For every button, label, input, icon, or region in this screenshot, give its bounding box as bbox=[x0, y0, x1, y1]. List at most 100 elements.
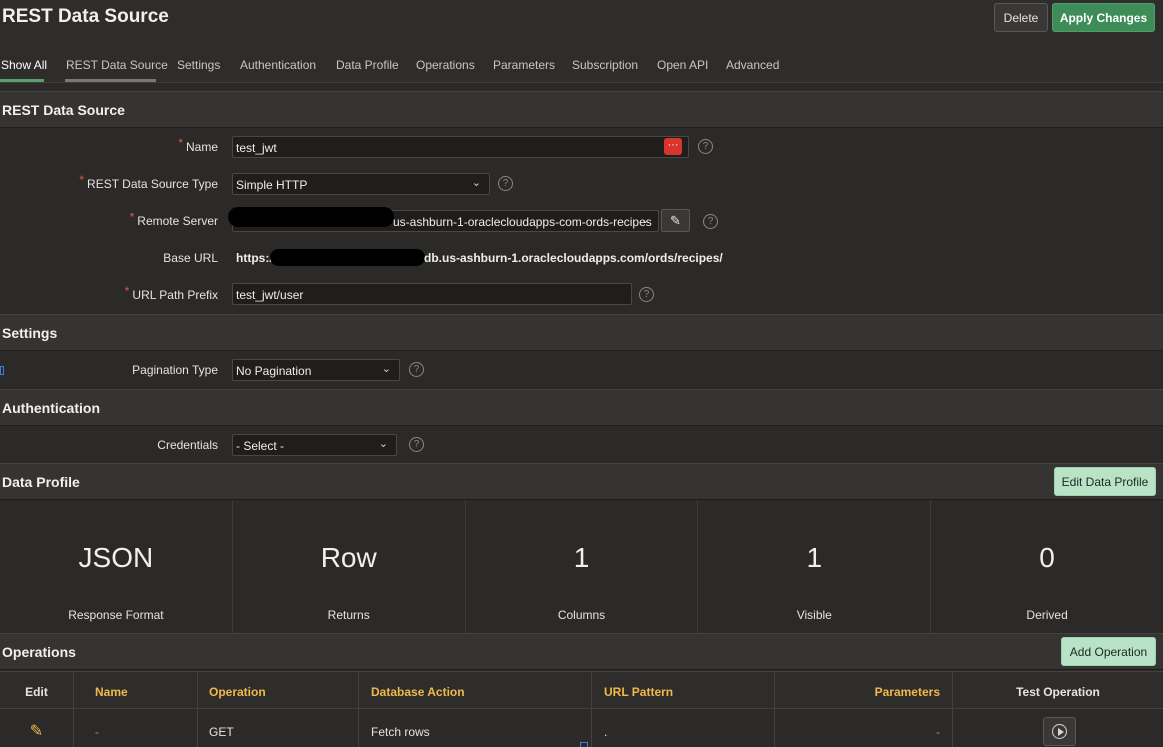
tile-label: Response Format bbox=[68, 608, 164, 622]
url-path-prefix-input[interactable]: test_jwt/user bbox=[232, 283, 632, 305]
tab-open-api[interactable]: Open API bbox=[657, 58, 708, 72]
cell-parameters: - bbox=[775, 709, 953, 747]
tile-value: Row bbox=[320, 542, 377, 573]
tile-label: Visible bbox=[796, 608, 832, 622]
auth-form: Credentials - Select - ⌄ ? bbox=[0, 426, 1163, 463]
tab-rest-data-source[interactable]: REST Data Source bbox=[66, 58, 168, 72]
column-header-edit[interactable]: Edit bbox=[0, 672, 74, 710]
cell-operation: GET bbox=[198, 709, 359, 747]
column-header-url-pattern[interactable]: URL Pattern bbox=[592, 672, 775, 710]
redaction-mark bbox=[228, 207, 394, 227]
tab-operations[interactable]: Operations bbox=[416, 58, 475, 72]
rest-form: * Name test_jwt ··· ? * REST Data Source T… bbox=[0, 128, 1163, 315]
remote-server-value: us-ashburn-1-oraclecloudapps-com-ords-re… bbox=[393, 215, 652, 229]
edit-data-profile-button[interactable]: Edit Data Profile bbox=[1054, 467, 1156, 496]
resize-handle[interactable] bbox=[0, 366, 4, 375]
help-icon[interactable]: ? bbox=[698, 139, 713, 154]
data-profile-tiles: JSON Response Format Row Returns 1 Colum… bbox=[0, 500, 1163, 633]
column-header-parameters[interactable]: Parameters bbox=[775, 672, 953, 710]
operations-table-header: Edit Name Operation Database Action URL … bbox=[0, 671, 1163, 710]
column-header-database-action[interactable]: Database Action bbox=[359, 672, 592, 710]
chevron-down-icon: ⌄ bbox=[378, 438, 388, 450]
help-icon[interactable]: ? bbox=[409, 362, 424, 377]
active-tab-indicator bbox=[0, 79, 44, 82]
required-icon: * bbox=[124, 284, 130, 298]
tab-parameters[interactable]: Parameters bbox=[493, 58, 555, 72]
settings-form: Pagination Type No Pagination ⌄ ? bbox=[0, 351, 1163, 389]
section-title: REST Data Source bbox=[2, 102, 125, 118]
tile-label: Columns bbox=[557, 608, 606, 622]
cell-name: - bbox=[74, 709, 198, 747]
tab-show-all[interactable]: Show All bbox=[1, 58, 47, 72]
chevron-down-icon: ⌄ bbox=[471, 177, 481, 189]
tile-value: JSON bbox=[78, 542, 154, 573]
tile-label: Derived bbox=[1026, 608, 1068, 622]
help-icon[interactable]: ? bbox=[409, 437, 424, 452]
tab-underline bbox=[65, 79, 156, 82]
table-row: ✎ - GET Fetch rows . - bbox=[0, 709, 1163, 747]
column-header-operation[interactable]: Operation bbox=[198, 672, 359, 710]
pagination-select[interactable]: No Pagination ⌄ bbox=[232, 359, 400, 381]
delete-button[interactable]: Delete bbox=[994, 3, 1048, 32]
tab-authentication[interactable]: Authentication bbox=[240, 58, 316, 72]
tile-value: 1 bbox=[806, 542, 823, 573]
section-title: Data Profile bbox=[2, 474, 80, 490]
tile-value: 0 bbox=[1039, 542, 1055, 573]
base-url-prefix: https:/ bbox=[236, 251, 273, 265]
cell-url-pattern: . bbox=[592, 709, 775, 747]
type-label: * REST Data Source Type bbox=[79, 173, 218, 191]
section-header-rest: REST Data Source bbox=[0, 91, 1163, 128]
credentials-value: - Select - bbox=[236, 439, 285, 453]
tab-bar: Show All REST Data Source Settings Authe… bbox=[0, 47, 1163, 83]
redaction-mark bbox=[270, 249, 425, 266]
help-icon[interactable]: ? bbox=[703, 214, 718, 229]
cell-database-action: Fetch rows bbox=[359, 709, 592, 747]
tile-label: Returns bbox=[327, 608, 370, 622]
column-header-test-operation[interactable]: Test Operation bbox=[953, 672, 1163, 710]
tile-visible: 1 Visible bbox=[698, 500, 932, 633]
tab-advanced[interactable]: Advanced bbox=[726, 58, 779, 72]
chevron-down-icon: ⌄ bbox=[381, 363, 391, 375]
add-operation-button[interactable]: Add Operation bbox=[1061, 637, 1156, 666]
chevron-down-icon: ⌄ bbox=[640, 214, 650, 226]
tile-response-format: JSON Response Format bbox=[0, 500, 233, 633]
rest-type-value: Simple HTTP bbox=[236, 178, 308, 192]
help-icon[interactable]: ? bbox=[498, 176, 513, 191]
tab-settings[interactable]: Settings bbox=[177, 58, 220, 72]
resize-handle[interactable] bbox=[580, 742, 588, 747]
apply-changes-button[interactable]: Apply Changes bbox=[1052, 3, 1155, 32]
credentials-label: Credentials bbox=[157, 438, 218, 452]
section-header-settings: Settings bbox=[0, 314, 1163, 351]
tab-data-profile[interactable]: Data Profile bbox=[336, 58, 399, 72]
credentials-select[interactable]: - Select - ⌄ bbox=[232, 434, 397, 456]
edit-pencil-icon[interactable]: ✎ bbox=[0, 709, 74, 747]
section-header-data-profile: Data Profile Edit Data Profile bbox=[0, 463, 1163, 500]
required-icon: * bbox=[79, 173, 85, 187]
required-icon: * bbox=[178, 136, 183, 150]
pagination-label: Pagination Type bbox=[132, 363, 218, 377]
tile-value: 1 bbox=[573, 542, 590, 573]
tile-returns: Row Returns bbox=[233, 500, 466, 633]
name-label: * Name bbox=[178, 136, 218, 154]
section-title: Authentication bbox=[2, 400, 100, 416]
rest-type-select[interactable]: Simple HTTP ⌄ bbox=[232, 173, 490, 195]
name-input[interactable]: test_jwt bbox=[232, 136, 689, 158]
base-url-value: https:/ bbox=[236, 251, 273, 265]
tile-columns: 1 Columns bbox=[466, 500, 699, 633]
column-header-name[interactable]: Name bbox=[74, 672, 198, 710]
edit-pencil-icon[interactable]: ✎ bbox=[661, 209, 690, 232]
section-header-operations: Operations Add Operation bbox=[0, 633, 1163, 670]
page-title: REST Data Source bbox=[2, 6, 169, 27]
page-header: REST Data Source Delete Apply Changes bbox=[0, 0, 1163, 47]
tab-subscription[interactable]: Subscription bbox=[572, 58, 638, 72]
path-prefix-label: * URL Path Prefix bbox=[124, 284, 218, 302]
play-triangle bbox=[1058, 728, 1064, 736]
base-url-suffix: db.us-ashburn-1.oraclecloudapps.com/ords… bbox=[424, 251, 723, 265]
section-title: Settings bbox=[2, 325, 58, 341]
server-label: * Remote Server bbox=[129, 210, 218, 228]
help-icon[interactable]: ? bbox=[639, 287, 654, 302]
section-title: Operations bbox=[2, 644, 76, 660]
tile-derived: 0 Derived bbox=[931, 500, 1163, 633]
test-operation-button[interactable] bbox=[1043, 717, 1076, 746]
more-options-icon[interactable]: ··· bbox=[664, 138, 682, 155]
